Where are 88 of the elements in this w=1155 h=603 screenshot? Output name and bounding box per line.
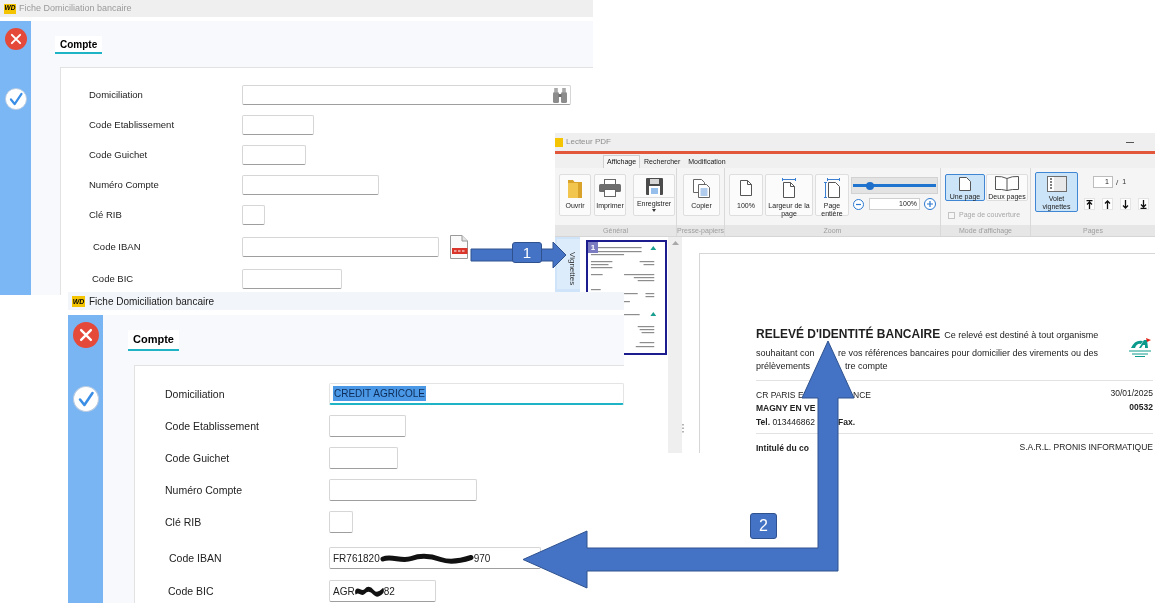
- text-field[interactable]: [242, 145, 306, 165]
- single-page-icon: [959, 176, 971, 191]
- document-text: Intitulé du co: [756, 443, 809, 453]
- arrow-up-icon: [1104, 199, 1111, 209]
- document-text: tre compte: [845, 361, 888, 371]
- field-label: Code Guichet: [165, 451, 230, 465]
- minimize-icon[interactable]: [1126, 141, 1134, 143]
- page-icon: [740, 180, 752, 196]
- arrow-to-bottom-icon: [1140, 199, 1147, 209]
- app-logo-icon: [555, 137, 563, 147]
- field-label: Clé RIB: [165, 515, 202, 529]
- page-width-icon: [782, 178, 796, 198]
- field-label: Code Etablissement: [89, 119, 175, 131]
- text-field[interactable]: [242, 237, 439, 257]
- redaction-scribble-icon: [354, 585, 384, 597]
- tab[interactable]: Compte: [55, 36, 103, 54]
- check-icon[interactable]: [72, 386, 99, 412]
- document-text: souhaitant con: [756, 348, 815, 358]
- text-field[interactable]: [329, 447, 398, 469]
- arrow-down-icon: [1122, 199, 1129, 209]
- field-label: Code BIC: [92, 273, 134, 285]
- text-field[interactable]: AGR 82: [329, 580, 436, 602]
- binoculars-icon[interactable]: [553, 87, 567, 103]
- document-text: MAGNY EN VE: [756, 403, 816, 413]
- text-field[interactable]: [242, 205, 265, 225]
- step-badge: 1: [512, 242, 542, 263]
- text-field[interactable]: FR761820 970: [329, 547, 541, 569]
- previous-page-button[interactable]: [1102, 198, 1113, 210]
- text-field[interactable]: [329, 415, 406, 437]
- slider-thumb[interactable]: [865, 181, 874, 190]
- field-label: Code BIC: [168, 584, 214, 598]
- caret-icon: [652, 209, 656, 212]
- text-field[interactable]: [329, 511, 353, 533]
- document-text: re vos références bancaires pour domicilier des virements ou des: [838, 348, 1099, 358]
- arrow-to-top-icon: [1086, 199, 1093, 209]
- cancel-icon[interactable]: [4, 28, 27, 50]
- field-label: Code IBAN: [93, 241, 141, 253]
- logo-icon: [1127, 338, 1153, 357]
- document-value: S.A.R.L. PRONIS INFORMATIQUE: [1019, 440, 1153, 453]
- window-title: Lecteur PDF: [566, 136, 611, 148]
- page-fit-icon: [824, 178, 840, 198]
- field-label: Code Etablissement: [165, 419, 259, 433]
- page-number-badge: 1: [588, 242, 598, 253]
- text-field[interactable]: [242, 269, 342, 289]
- field-label: Numéro Compte: [165, 483, 243, 497]
- scrollbar[interactable]: [668, 237, 682, 453]
- document-text: Tel. 013446862: [756, 416, 815, 427]
- window-title: Fiche Domiciliation bancaire: [89, 294, 215, 309]
- document-text: NCE: [853, 389, 871, 400]
- document-value: 00532: [1129, 400, 1153, 414]
- scroll-up-icon[interactable]: [671, 241, 679, 245]
- redaction-scribble-icon: [379, 552, 474, 564]
- zoom-in-icon[interactable]: [924, 198, 936, 210]
- step-badge: 2: [750, 513, 777, 539]
- copy-icon: [693, 178, 710, 198]
- text-field[interactable]: [242, 85, 571, 105]
- document-text: Ce relevé est destiné à tout organisme: [944, 329, 1099, 342]
- document-text: Fax.: [838, 416, 855, 427]
- field-label: Code IBAN: [169, 551, 222, 565]
- cancel-icon[interactable]: [72, 322, 99, 348]
- text-field[interactable]: CREDIT AGRICOLE: [329, 383, 624, 405]
- zoom-slider[interactable]: [851, 177, 938, 194]
- page-separator: /: [1116, 177, 1119, 187]
- side-panel-tab[interactable]: Vignettes: [557, 239, 580, 289]
- text-field[interactable]: [242, 115, 314, 135]
- field-label: Domiciliation: [165, 387, 225, 401]
- first-page-button[interactable]: [1084, 198, 1095, 210]
- last-page-button[interactable]: [1138, 198, 1149, 210]
- tab[interactable]: Compte: [128, 330, 179, 351]
- zoom-out-icon[interactable]: [853, 198, 864, 210]
- document-heading: RELEVÉ D'IDENTITÉ BANCAIRE: [756, 328, 941, 341]
- text-field[interactable]: [242, 175, 379, 195]
- field-label: Domiciliation: [89, 89, 143, 101]
- field-label: Code Guichet: [89, 149, 148, 161]
- folder-icon: [568, 178, 582, 198]
- window-title: Fiche Domiciliation bancaire: [19, 1, 132, 15]
- next-page-button[interactable]: [1120, 198, 1131, 210]
- document-text: prélèvements: [756, 361, 811, 371]
- document-value: 30/01/2025: [1110, 387, 1153, 400]
- field-label: Clé RIB: [89, 209, 122, 221]
- text-field[interactable]: [329, 479, 477, 501]
- field-label: Numéro Compte: [89, 179, 159, 191]
- pdf-file-icon[interactable]: [450, 235, 468, 259]
- thumbnails-panel-icon: [1046, 175, 1067, 192]
- open-book-icon: [995, 176, 1019, 191]
- document-text: CR PARIS E: [756, 389, 804, 400]
- check-icon[interactable]: [4, 88, 27, 110]
- printer-icon: [599, 179, 621, 197]
